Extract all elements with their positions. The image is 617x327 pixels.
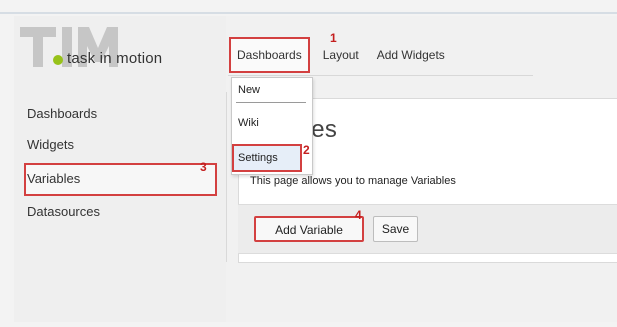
dropdown-item-settings[interactable]: Settings <box>238 152 278 164</box>
step-marker-4: 4 <box>355 208 362 222</box>
nav-divider <box>228 75 533 76</box>
sidebar-item-widgets[interactable]: Widgets <box>27 137 74 152</box>
step-marker-3: 3 <box>200 160 207 174</box>
step-marker-2: 2 <box>303 143 310 157</box>
page-description: This page allows you to manage Variables <box>250 175 456 187</box>
nav-dashboards[interactable]: Dashboards <box>229 37 310 73</box>
save-button[interactable]: Save <box>373 216 418 242</box>
dropdown-item-new[interactable]: New <box>238 84 260 96</box>
sidebar-item-datasources[interactable]: Datasources <box>27 204 100 219</box>
dropdown-separator <box>236 102 306 103</box>
dropdown-item-wiki[interactable]: Wiki <box>238 117 259 129</box>
top-nav: Dashboards Layout Add Widgets <box>229 36 452 74</box>
top-border <box>0 12 617 14</box>
nav-add-widgets[interactable]: Add Widgets <box>370 38 452 72</box>
logo-dot <box>53 55 63 65</box>
sidebar-divider <box>226 92 227 262</box>
add-variable-button[interactable]: Add Variable <box>254 216 364 242</box>
sidebar-item-variables[interactable]: Variables <box>27 171 80 186</box>
sidebar-item-dashboards[interactable]: Dashboards <box>27 106 97 121</box>
logo-tagline: task in motion <box>67 50 163 67</box>
step-marker-1: 1 <box>330 31 337 45</box>
nav-layout[interactable]: Layout <box>316 38 366 72</box>
